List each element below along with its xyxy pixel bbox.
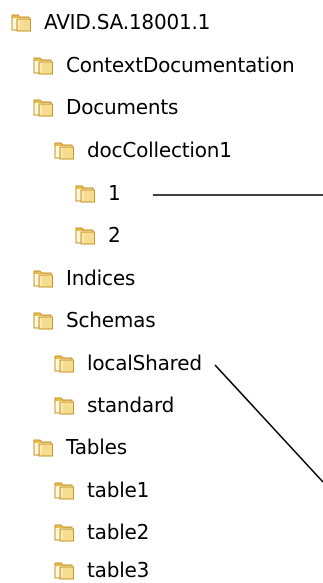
tree-item-label: table3	[87, 558, 150, 582]
tree-item-tables[interactable]: Tables	[32, 430, 127, 464]
folder-icon	[32, 96, 54, 118]
tree-item-table2[interactable]: table2	[53, 515, 149, 549]
tree-item-table3[interactable]: table3	[53, 553, 149, 583]
folder-icon	[32, 267, 54, 289]
tree-item-indices[interactable]: Indices	[32, 261, 135, 295]
tree-item-localshared[interactable]: localShared	[53, 346, 202, 380]
folder-icon	[32, 54, 54, 76]
tree-item-label: table1	[87, 478, 150, 502]
folder-icon	[74, 182, 96, 204]
tree-item-table1[interactable]: table1	[53, 473, 149, 507]
callout-line-localshared	[214, 364, 323, 483]
folder-icon	[10, 11, 32, 33]
tree-item-label: standard	[87, 393, 175, 417]
tree-item-contextdocumentation[interactable]: ContextDocumentation	[32, 48, 295, 82]
tree-item-2[interactable]: 2	[74, 218, 121, 252]
folder-icon	[32, 436, 54, 458]
tree-item-label: Indices	[66, 266, 136, 290]
tree-item-label: Documents	[66, 95, 179, 119]
folder-icon	[32, 309, 54, 331]
folder-icon	[74, 224, 96, 246]
tree-item-label: docCollection1	[87, 138, 232, 162]
folder-tree-view: AVID.SA.18001.1 ContextDocumentation Doc…	[0, 0, 323, 583]
tree-item-label: table2	[87, 520, 150, 544]
folder-icon	[53, 559, 75, 581]
tree-item-documents[interactable]: Documents	[32, 90, 178, 124]
folder-icon	[53, 521, 75, 543]
tree-item-label: AVID.SA.18001.1	[44, 10, 211, 34]
tree-item-label: 2	[108, 223, 121, 247]
tree-item-1[interactable]: 1	[74, 176, 121, 210]
tree-item-schemas[interactable]: Schemas	[32, 303, 156, 337]
folder-icon	[53, 352, 75, 374]
folder-icon	[53, 394, 75, 416]
tree-item-standard[interactable]: standard	[53, 388, 174, 422]
tree-item-label: ContextDocumentation	[66, 53, 295, 77]
tree-item-label: 1	[108, 181, 121, 205]
folder-icon	[53, 479, 75, 501]
tree-item-avid-sa-18001-1[interactable]: AVID.SA.18001.1	[10, 5, 210, 39]
tree-item-label: localShared	[87, 351, 202, 375]
tree-item-doccollection1[interactable]: docCollection1	[53, 133, 232, 167]
tree-item-label: Schemas	[66, 308, 156, 332]
folder-icon	[53, 139, 75, 161]
tree-item-label: Tables	[66, 435, 127, 459]
